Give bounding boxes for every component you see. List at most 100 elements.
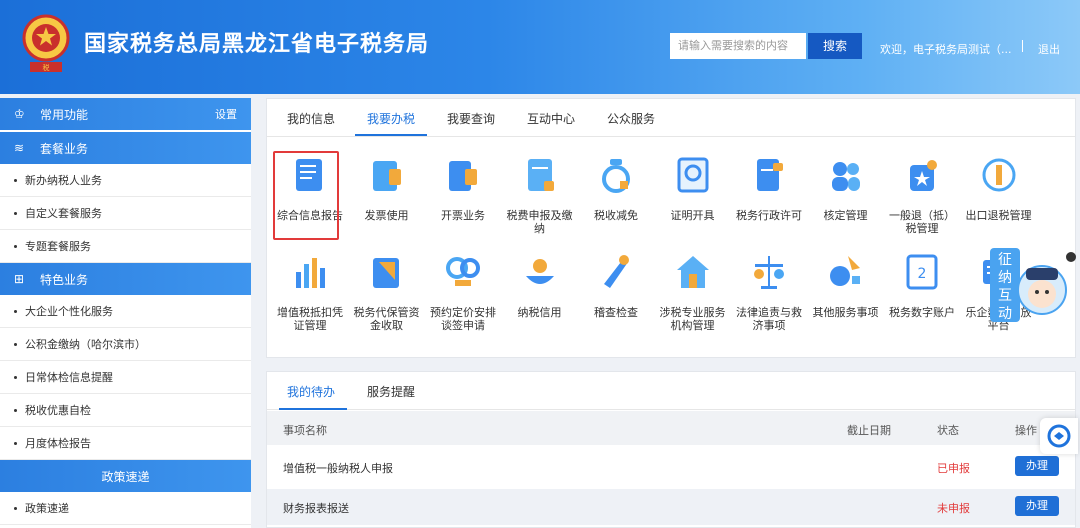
sidebar-item-label: 自定义套餐服务 [25,207,102,220]
todo-panel: 我的待办 服务提醒 事项名称 截止日期 状态 操作 增值税一般纳税人申报 已申报… [266,371,1076,528]
bullet-icon [14,375,17,379]
service-label: 预约定价安排谈签申请 [430,306,496,332]
handle-button[interactable]: 办理 [1015,496,1059,516]
service-label: 纳税信用 [517,306,562,319]
row2-service-6[interactable]: 法律追责与救济事项 [731,252,807,332]
mascot-char: 动 [998,306,1012,322]
service-label: 证明开具 [670,209,715,222]
sidebar-package-label: 套餐业务 [40,141,89,156]
row1-service-3[interactable]: 税费申报及缴纳 [502,155,578,235]
sidebar-item-label: 专题套餐服务 [25,240,91,253]
sidebar-special-head[interactable]: ⊞ 特色业务 [0,263,251,295]
row1-service-9[interactable]: 出口退税管理 [961,155,1037,222]
sidebar-item[interactable]: 专题套餐服务 [0,230,251,263]
row2-service-0[interactable]: 增值税抵扣凭证管理 [272,252,348,332]
tab-service-reminder[interactable]: 服务提醒 [367,383,415,400]
search-button[interactable]: 搜索 [808,33,862,59]
bullet-icon [14,211,17,215]
service-label: 税收减免 [594,209,638,222]
handle-button[interactable]: 办理 [1015,456,1059,476]
assistant-mascot-icon[interactable]: 征 纳 互 动 [990,240,1070,322]
sidebar-item[interactable]: 公积金缴纳（哈尔滨市） [0,328,251,361]
sidebar-item-label: 月度体检报告 [25,437,91,450]
service-label: 一般退（抵）税管理 [889,209,955,235]
active-tab-indicator [279,408,347,410]
row1-service-4[interactable]: 税收减免 [578,155,654,222]
tab-my-info[interactable]: 我的信息 [287,110,335,127]
row1-service-7[interactable]: 核定管理 [808,155,884,222]
bullet-icon [14,309,17,313]
sidebar-item[interactable]: 月度体检报告 [0,427,251,460]
bullet-icon [14,178,17,182]
tab-tax-handling[interactable]: 我要办税 [367,110,415,127]
table-row: 财务报表报送 未申报 办理 [267,489,1075,525]
logout-link[interactable]: 退出 [1038,41,1060,57]
sidebar-item-label: 税收优惠自检 [25,404,91,417]
sidebar-item-label: 政策速递 [25,502,69,515]
bullet-icon [14,506,17,510]
column-header: 事项名称 [283,424,327,437]
column-header: 截止日期 [847,424,891,437]
status-badge: 已申报 [937,462,970,475]
row2-service-3[interactable]: 纳税信用 [502,252,578,319]
service-icon [372,258,399,288]
row1-service-1[interactable]: 发票使用 [349,155,425,222]
sidebar-common-head[interactable]: ♔ 常用功能 设置 [0,98,251,130]
app-header: 税 国家税务总局黑龙江省电子税务局 请输入需要搜索的内容 搜索 欢迎，电子税务局… [0,0,1080,94]
welcome-text[interactable]: 欢迎，电子税务局测试（... [880,41,1012,57]
sidebar-policy-head[interactable]: 政策速递 [0,460,251,492]
service-icon [982,158,1015,192]
row2-service-8[interactable]: 2 税务数字账户 [884,252,960,319]
bullet-icon [14,408,17,412]
bullet-icon [14,441,17,445]
row1-service-6[interactable]: 税务行政许可 [731,155,807,222]
sidebar-item-label: 大企业个性化服务 [25,305,113,318]
sidebar-item-label: 日常体检信息提醒 [25,371,113,384]
sidebar-item[interactable]: 新办纳税人业务 [0,164,251,197]
tab-interaction[interactable]: 互动中心 [527,110,575,127]
service-icon [677,157,708,193]
tab-public-service[interactable]: 公众服务 [607,110,655,127]
sidebar-item[interactable]: 政策速递 [0,492,251,525]
selected-service-outline [273,151,339,240]
row2-service-5[interactable]: 涉税专业服务机构管理 [655,252,731,332]
service-icon [831,162,860,191]
row2-service-4[interactable]: 稽查检查 [578,252,654,319]
service-label: 稽查检查 [594,306,638,319]
bullet-icon [14,342,17,346]
service-icon [525,259,554,284]
table-row: 增值税一般纳税人申报 已申报 办理 [267,449,1075,485]
layers-icon: ≋ [14,141,25,155]
scroll-dot-icon [1066,252,1076,262]
bullet-icon [14,244,17,248]
mascot-char: 纳 [998,270,1012,286]
sidebar: ♔ 常用功能 设置 ≋ 套餐业务 新办纳税人业务 自定义套餐服务 专题套餐服务 … [0,98,251,528]
svg-text:2: 2 [918,266,927,282]
todo-tabs: 我的待办 服务提醒 [267,372,1075,410]
tab-query[interactable]: 我要查询 [447,110,495,127]
row2-service-1[interactable]: 税务代保管资金收取 [349,252,425,332]
sidebar-item-label: 公积金缴纳（哈尔滨市） [25,338,146,351]
refresh-float-button[interactable] [1040,418,1078,454]
row2-service-7[interactable]: 其他服务事项 [808,252,884,319]
mascot-char: 互 [998,288,1012,304]
sidebar-item[interactable]: 税收优惠自检 [0,394,251,427]
sidebar-package-head[interactable]: ≋ 套餐业务 [0,132,251,164]
main-tabs: 我的信息 我要办税 我要查询 互动中心 公众服务 [267,99,1075,137]
sidebar-item[interactable]: 自定义套餐服务 [0,197,251,230]
search-input[interactable]: 请输入需要搜索的内容 [670,33,806,59]
column-header: 状态 [937,424,959,437]
sidebar-setting-link[interactable]: 设置 [215,106,237,122]
status-badge: 未申报 [937,502,970,515]
sidebar-item[interactable]: 日常体检信息提醒 [0,361,251,394]
row2-service-2[interactable]: 预约定价安排谈签申请 [425,252,501,332]
service-icon [910,160,937,191]
mascot-char: 征 [998,252,1012,268]
refresh-icon [1047,424,1071,448]
tab-my-todo[interactable]: 我的待办 [287,383,335,400]
row1-service-5[interactable]: 证明开具 [655,155,731,222]
sidebar-item[interactable]: 大企业个性化服务 [0,295,251,328]
todo-name: 财务报表报送 [283,502,349,515]
row1-service-8[interactable]: 一般退（抵）税管理 [884,155,960,235]
row1-service-2[interactable]: 开票业务 [425,155,501,222]
